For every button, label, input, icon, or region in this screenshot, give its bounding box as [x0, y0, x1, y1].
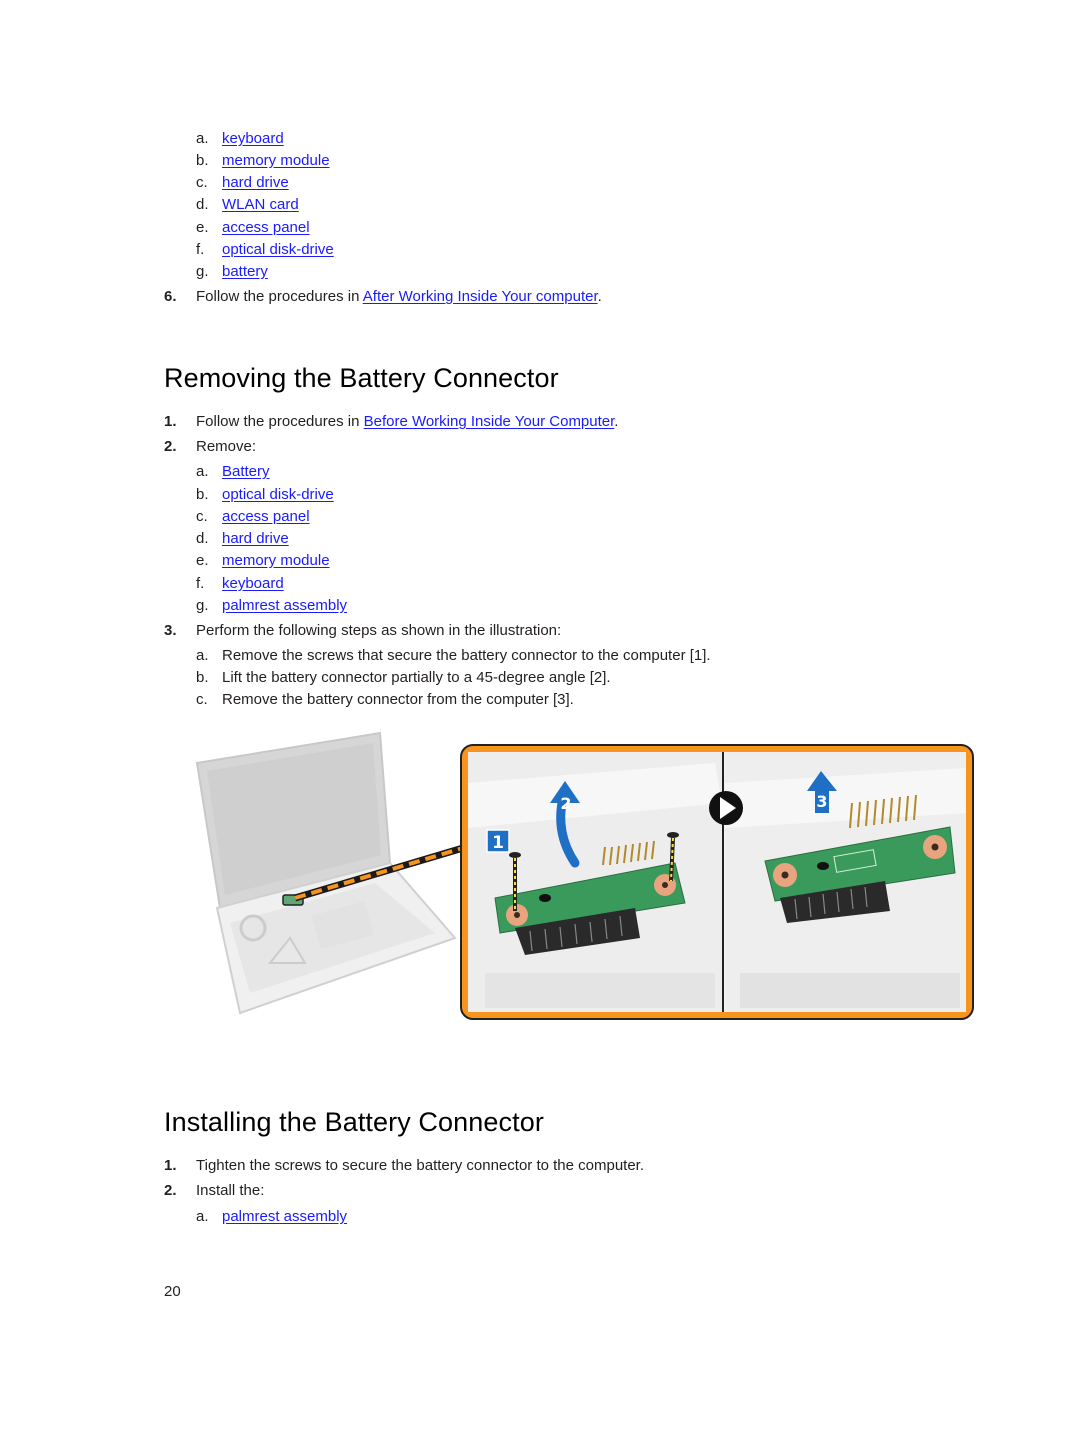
step-text: Tighten the screws to secure the battery… [196, 1157, 645, 1174]
section-title-installing: Installing the Battery Connector [164, 1107, 544, 1137]
list-letter: a. [196, 130, 209, 147]
step-text-prefix: Follow the procedures in [196, 288, 363, 305]
substep-text: Remove the battery connector from the co… [222, 691, 574, 708]
callout-badge-1: 1 [486, 829, 510, 853]
battery-connector-illustration: 1 2 3 [195, 723, 980, 1048]
list-letter: d. [196, 530, 209, 547]
list-letter: a. [196, 463, 209, 480]
step-number: 1. [164, 1157, 177, 1174]
list-letter: a. [196, 1208, 209, 1225]
link-after-working-inside[interactable]: After Working Inside Your computer [363, 288, 598, 305]
link-battery[interactable]: battery [222, 262, 268, 282]
link-access-panel[interactable]: access panel [222, 218, 310, 238]
step-number: 6. [164, 288, 177, 305]
list-letter: b. [196, 486, 209, 503]
step-text-suffix: . [597, 288, 602, 305]
link-palmrest-assembly[interactable]: palmrest assembly [222, 1207, 347, 1227]
list-letter: e. [196, 219, 209, 236]
list-letter: b. [196, 669, 209, 686]
link-wlan-card[interactable]: WLAN card [222, 195, 299, 215]
link-before-working-inside[interactable]: Before Working Inside Your Computer [364, 413, 615, 430]
list-letter: a. [196, 647, 209, 664]
svg-text:3: 3 [816, 792, 827, 811]
list-letter: c. [196, 691, 208, 708]
link-memory-module[interactable]: memory module [222, 151, 330, 171]
step-text-suffix: . [614, 413, 619, 430]
link-keyboard[interactable]: keyboard [222, 574, 284, 594]
link-memory-module[interactable]: memory module [222, 551, 330, 571]
list-letter: g. [196, 263, 209, 280]
link-keyboard[interactable]: keyboard [222, 129, 284, 149]
step-text: Perform the following steps as shown in … [196, 622, 562, 639]
list-letter: g. [196, 597, 209, 614]
link-hard-drive[interactable]: hard drive [222, 173, 289, 193]
list-letter: f. [196, 241, 205, 258]
list-letter: b. [196, 152, 209, 169]
manual-page: a. keyboard b. memory module c. hard dri… [0, 0, 1080, 1434]
step-text: Follow the procedures in Before Working … [196, 412, 618, 432]
link-optical-disk-drive[interactable]: optical disk-drive [222, 485, 334, 505]
step-number: 2. [164, 438, 177, 455]
list-letter: c. [196, 174, 208, 191]
step-number: 2. [164, 1182, 177, 1199]
list-letter: d. [196, 196, 209, 213]
link-battery[interactable]: Battery [222, 462, 270, 482]
list-letter: f. [196, 575, 205, 592]
section-title-removing: Removing the Battery Connector [164, 363, 559, 393]
link-palmrest-assembly[interactable]: palmrest assembly [222, 596, 347, 616]
step-text: Remove: [196, 438, 257, 455]
step-number: 1. [164, 413, 177, 430]
link-access-panel[interactable]: access panel [222, 507, 310, 527]
play-arrow-icon [709, 791, 743, 825]
svg-text:2: 2 [560, 794, 571, 813]
link-optical-disk-drive[interactable]: optical disk-drive [222, 240, 334, 260]
list-letter: e. [196, 552, 209, 569]
substep-text: Lift the battery connector partially to … [222, 669, 611, 686]
laptop-illustration [195, 731, 457, 1015]
step-text: Follow the procedures in After Working I… [196, 287, 602, 307]
step-text: Install the: [196, 1182, 265, 1199]
svg-text:1: 1 [492, 833, 504, 853]
link-hard-drive[interactable]: hard drive [222, 529, 289, 549]
page-number: 20 [164, 1283, 181, 1300]
step-number: 3. [164, 622, 177, 639]
list-letter: c. [196, 508, 208, 525]
substep-text: Remove the screws that secure the batter… [222, 647, 711, 664]
step-text-prefix: Follow the procedures in [196, 413, 364, 430]
